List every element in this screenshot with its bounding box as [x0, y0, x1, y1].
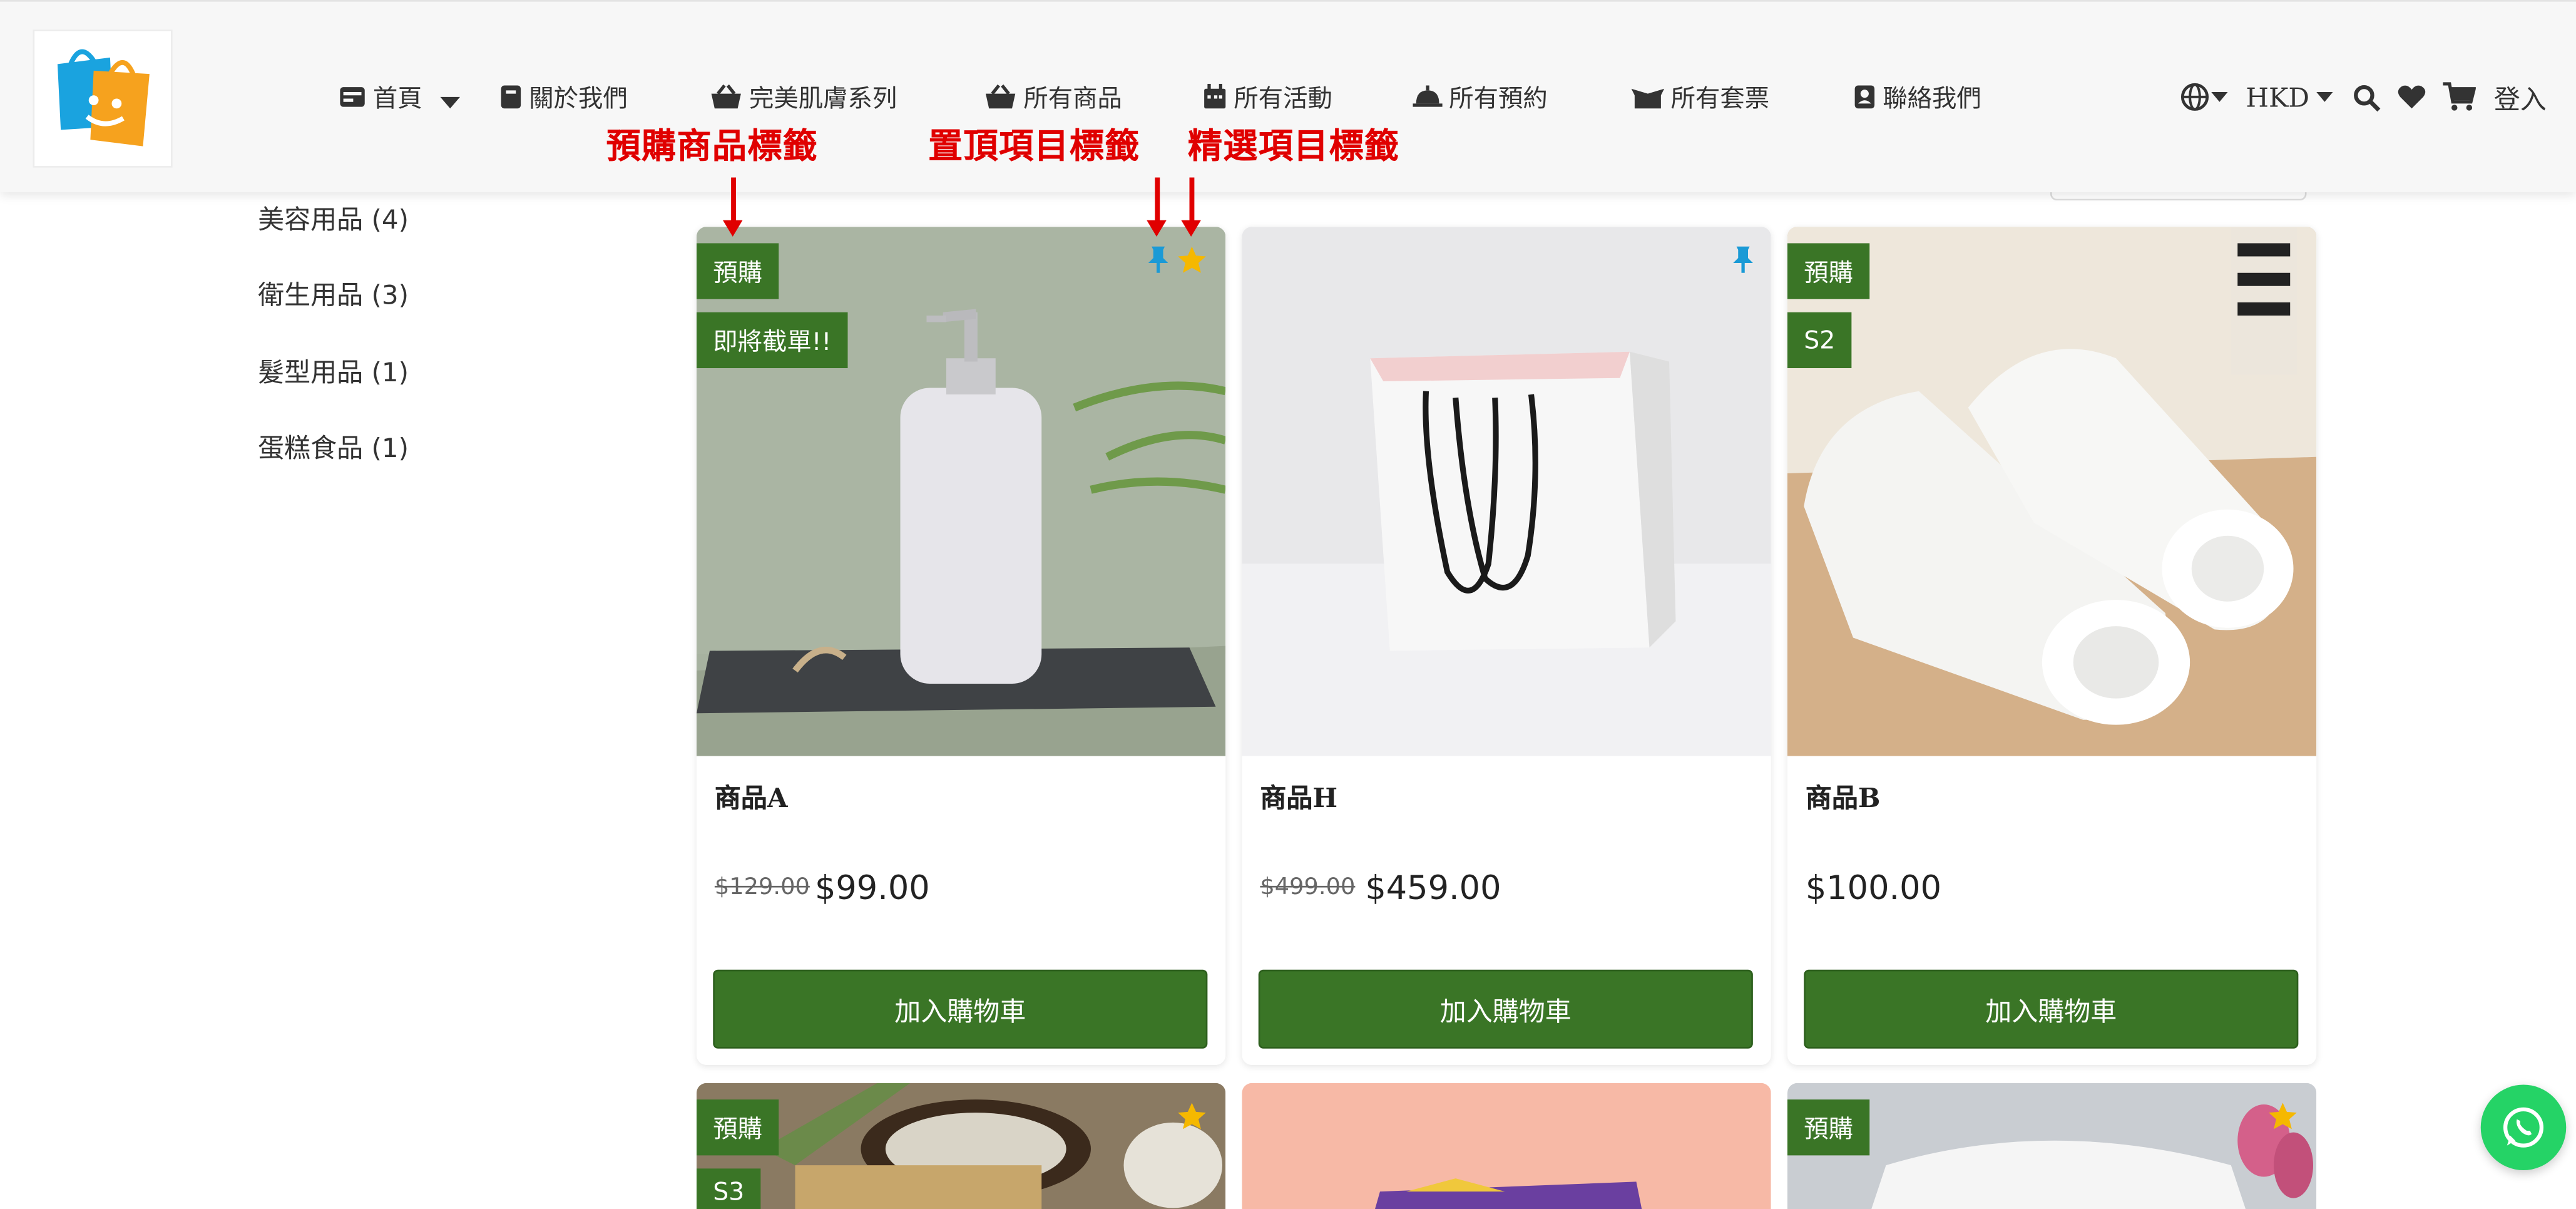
original-price: $499.00 — [1260, 874, 1356, 901]
nav-label: 所有活動 — [1234, 83, 1332, 113]
nav-about[interactable]: 關於我們 — [499, 77, 628, 116]
search-icon — [2354, 84, 2381, 111]
caret-down-icon — [2316, 92, 2333, 102]
pin-icon — [1148, 246, 1168, 273]
product-name[interactable]: 商品A — [715, 776, 788, 815]
login-link[interactable]: 登入 — [2494, 77, 2547, 116]
add-to-cart-button[interactable]: 加入購物車 — [1804, 969, 2299, 1049]
basket-icon — [986, 84, 1016, 109]
product-card-row2-1[interactable]: 預購 S3 — [697, 1083, 1226, 1209]
category-hair[interactable]: 髮型用品 (1) — [258, 350, 409, 389]
preorder-tag: 預購 — [697, 243, 779, 299]
product-card-a[interactable]: 預購 即將截單!! 商品A $129.00 $99.00 加入購物車 — [697, 227, 1226, 1065]
login-label: 登入 — [2493, 83, 2547, 115]
category-beauty[interactable]: 美容用品 (4) — [258, 197, 409, 237]
category-hygiene[interactable]: 衛生用品 (3) — [258, 273, 409, 312]
add-to-cart-button[interactable]: 加入購物車 — [713, 969, 1208, 1049]
product-image[interactable] — [697, 227, 1226, 756]
whatsapp-chat-button[interactable] — [2480, 1084, 2567, 1170]
nav-all-packages[interactable]: 所有套票 — [1631, 77, 1770, 116]
annotation-arrow — [1181, 177, 1201, 237]
nav-label: 所有預約 — [1449, 83, 1548, 113]
product-image[interactable] — [1787, 227, 2317, 756]
product-image[interactable] — [1242, 1083, 1771, 1209]
wishlist-button[interactable] — [2397, 77, 2426, 116]
original-price: $129.00 — [714, 874, 810, 901]
annotation-arrow — [1147, 177, 1167, 237]
price: $100.00 — [1805, 868, 1942, 907]
calendar-icon — [1204, 83, 1226, 109]
product-image[interactable] — [1242, 227, 1771, 756]
nav-label: 首頁 — [372, 83, 422, 113]
add-to-cart-button[interactable]: 加入購物車 — [1258, 969, 1753, 1049]
search-button[interactable] — [2353, 77, 2381, 116]
service-bell-icon — [1413, 85, 1443, 107]
star-icon — [2269, 1103, 2297, 1129]
book-icon — [501, 85, 521, 109]
basket-icon — [711, 84, 741, 109]
product-card-row2-3[interactable]: 預購 — [1787, 1083, 2317, 1209]
annotation-pinned-label: 置頂項目標籤 — [928, 126, 1140, 167]
product-name[interactable]: 商品B — [1806, 776, 1881, 815]
nav-label: 聯絡我們 — [1883, 83, 1981, 113]
nav-label: 所有套票 — [1670, 83, 1770, 113]
nav-contact[interactable]: 聯絡我們 — [1853, 77, 1981, 116]
id-card-icon — [340, 87, 365, 107]
product-name[interactable]: 商品H — [1260, 776, 1337, 815]
product-card-row2-2[interactable] — [1242, 1083, 1771, 1209]
product-card-b[interactable]: 預購 S2 商品B $100.00 加入購物車 — [1787, 227, 2317, 1065]
whatsapp-icon — [2503, 1107, 2544, 1148]
ticket-box-icon — [1631, 88, 1665, 108]
star-icon — [1178, 1103, 1206, 1129]
nav-label: 關於我們 — [529, 83, 628, 113]
currency-label: HKD — [2246, 81, 2310, 113]
nav-all-products[interactable]: 所有商品 — [984, 77, 1122, 116]
cart-button[interactable] — [2443, 77, 2476, 116]
stock-tag: S2 — [1787, 312, 1852, 368]
pin-icon — [1733, 246, 1753, 273]
annotation-featured-label: 精選項目標籤 — [1187, 126, 1400, 167]
annotation-preorder-label: 預購商品標籤 — [606, 126, 819, 167]
currency-selector[interactable]: HKD — [2246, 77, 2334, 116]
nav-all-events[interactable]: 所有活動 — [1203, 77, 1332, 116]
nav-home[interactable]: 首頁 — [339, 77, 462, 116]
contact-card-icon — [1854, 85, 1875, 109]
nav-label: 所有商品 — [1023, 83, 1122, 113]
nav-all-bookings[interactable]: 所有預約 — [1413, 77, 1548, 116]
caret-down-icon — [2211, 92, 2228, 102]
site-logo[interactable] — [33, 29, 173, 168]
sale-price: $99.00 — [815, 868, 930, 907]
stock-tag: S3 — [697, 1168, 761, 1209]
category-cake[interactable]: 蛋糕食品 (1) — [258, 426, 409, 465]
heart-icon — [2398, 85, 2426, 109]
star-icon — [1178, 246, 1206, 273]
preorder-tag: 預購 — [697, 1099, 779, 1156]
preorder-tag: 預購 — [1787, 243, 1870, 299]
annotation-arrow — [723, 177, 743, 237]
globe-icon — [2180, 83, 2209, 111]
closing-soon-tag: 即將截單!! — [697, 312, 848, 368]
product-card-h[interactable]: 商品H $499.00 $459.00 加入購物車 — [1242, 227, 1771, 1065]
nav-skincare-series[interactable]: 完美肌膚系列 — [710, 77, 897, 116]
nav-label: 完美肌膚系列 — [749, 83, 897, 113]
caret-down-icon — [440, 96, 461, 109]
language-selector[interactable] — [2180, 77, 2229, 116]
sale-price: $459.00 — [1365, 868, 1501, 907]
cart-icon — [2443, 82, 2476, 111]
preorder-tag: 預購 — [1787, 1099, 1870, 1156]
